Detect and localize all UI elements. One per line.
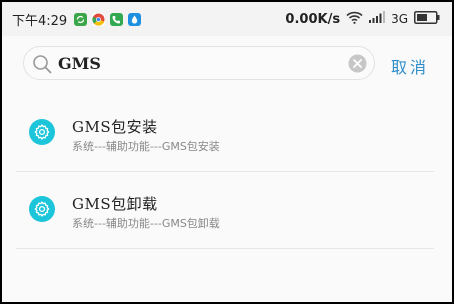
signal-icon: [369, 11, 386, 27]
wifi-icon: [346, 11, 363, 28]
divider: [16, 248, 434, 249]
result-title: GMS包安装: [72, 118, 158, 136]
gear-icon: [29, 119, 55, 145]
screen-frame: 下午4:29 0.00K/s 3G GMS 取消 GMS包安装 系统---辅助功…: [0, 0, 454, 304]
gear-icon: [29, 196, 55, 222]
search-box[interactable]: [23, 46, 375, 80]
result-item-gms-uninstall[interactable]: GMS包卸载 系统---辅助功能---GMS包卸载: [2, 171, 452, 249]
search-bar: 取消: [2, 36, 452, 94]
cancel-button[interactable]: 取消: [391, 54, 429, 78]
chrome-app-icon: [92, 12, 106, 26]
status-time: 下午4:29: [12, 13, 68, 29]
status-right: 0.00K/s 3G: [285, 10, 452, 28]
result-item-gms-install[interactable]: GMS包安装 系统---辅助功能---GMS包安装: [2, 94, 452, 172]
result-subtitle: 系统---辅助功能---GMS包卸载: [72, 217, 220, 230]
network-speed: 0.00K/s: [285, 11, 341, 27]
battery-icon: [414, 10, 440, 28]
phone-app-icon: [110, 12, 124, 26]
clear-icon[interactable]: [348, 54, 367, 73]
network-type: 3G: [391, 12, 408, 26]
result-subtitle: 系统---辅助功能---GMS包安装: [72, 140, 220, 153]
sync-app-icon: [74, 12, 88, 26]
status-left: 下午4:29: [2, 10, 142, 29]
search-results: GMS包安装 系统---辅助功能---GMS包安装 GMS包卸载 系统---辅助…: [2, 94, 452, 249]
drop-app-icon: [128, 12, 142, 26]
search-input[interactable]: [58, 51, 338, 75]
result-title: GMS包卸载: [72, 195, 158, 213]
status-bar: 下午4:29 0.00K/s 3G: [2, 2, 452, 36]
search-icon: [32, 54, 52, 74]
